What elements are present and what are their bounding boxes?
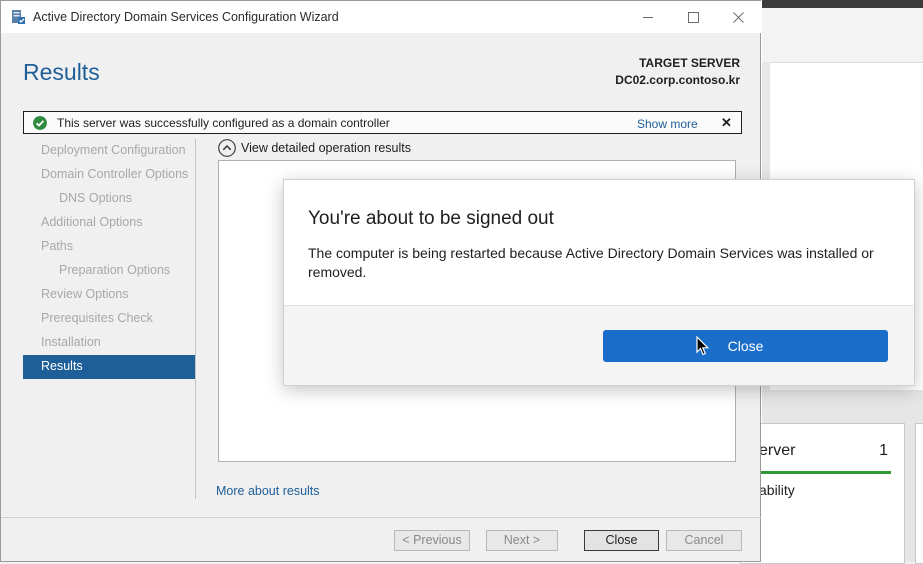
more-about-results-link[interactable]: More about results: [216, 484, 320, 498]
server-tile-2[interactable]: [915, 423, 923, 564]
nav-item-installation[interactable]: Installation: [23, 331, 195, 355]
nav-item-deployment-configuration[interactable]: Deployment Configuration: [23, 139, 195, 163]
status-notification: This server was successfully configured …: [23, 111, 742, 134]
cancel-button[interactable]: Cancel: [666, 530, 742, 551]
dialog-close-button[interactable]: Close: [603, 330, 888, 362]
tile-title: erver: [759, 442, 796, 459]
nav-item-review-options[interactable]: Review Options: [23, 283, 195, 307]
next-button[interactable]: Next >: [486, 530, 558, 551]
server-manager-header: [762, 8, 923, 63]
dismiss-notification-button[interactable]: ✕: [721, 115, 732, 131]
check-circle-icon: [33, 116, 47, 130]
wizard-close-button[interactable]: Close: [584, 530, 659, 551]
mouse-cursor-icon: [696, 336, 710, 356]
status-message: This server was successfully configured …: [57, 116, 390, 130]
view-details-label: View detailed operation results: [241, 141, 412, 155]
minimize-button[interactable]: [625, 1, 671, 33]
server-tile[interactable]: erver 1 ability: [740, 423, 905, 564]
close-icon: [732, 11, 744, 23]
target-server-name: DC02.corp.contoso.kr: [615, 73, 740, 87]
maximize-icon: [687, 11, 699, 23]
dialog-title: You're about to be signed out: [308, 208, 554, 229]
title-bar[interactable]: Active Directory Domain Services Configu…: [1, 1, 761, 33]
nav-item-paths[interactable]: Paths: [23, 235, 195, 259]
nav-item-preparation-options[interactable]: Preparation Options: [23, 259, 195, 283]
previous-button[interactable]: < Previous: [394, 530, 470, 551]
window-close-button[interactable]: [715, 1, 761, 33]
nav-item-prerequisites-check[interactable]: Prerequisites Check: [23, 307, 195, 331]
page-title: Results: [23, 59, 100, 85]
dialog-message: The computer is being restarted because …: [308, 245, 874, 280]
minimize-icon: [642, 16, 653, 18]
maximize-button[interactable]: [670, 1, 716, 33]
show-more-link[interactable]: Show more: [637, 117, 698, 131]
dialog-divider: [284, 305, 914, 306]
tile-status-bar: [753, 471, 891, 474]
navigation-divider: [195, 139, 196, 499]
nav-item-additional-options[interactable]: Additional Options: [23, 211, 195, 235]
target-server-label: TARGET SERVER: [639, 56, 740, 70]
chevron-up-circle-icon: [218, 139, 236, 157]
wizard-navigation: Deployment Configuration Domain Controll…: [23, 139, 195, 379]
window-title: Active Directory Domain Services Configu…: [33, 10, 339, 24]
nav-item-dns-options[interactable]: DNS Options: [23, 187, 195, 211]
dialog-content: You're about to be signed out The comput…: [284, 180, 914, 305]
tile-count: 1: [879, 442, 888, 459]
footer-divider: [1, 517, 761, 518]
nav-item-domain-controller-options[interactable]: Domain Controller Options: [23, 163, 195, 187]
server-manager-topbar: [762, 0, 923, 8]
sign-out-dialog: You're about to be signed out The comput…: [284, 180, 914, 385]
server-wizard-icon: [12, 10, 25, 24]
nav-item-results[interactable]: Results: [23, 355, 195, 379]
tile-subtitle: ability: [759, 482, 795, 498]
